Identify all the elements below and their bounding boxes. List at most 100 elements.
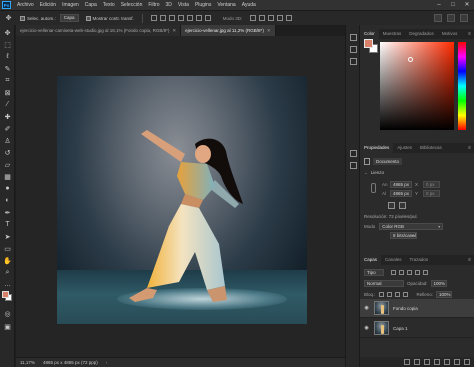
hue-slider[interactable]: [458, 42, 466, 130]
tab-color[interactable]: Color: [360, 29, 379, 39]
bit-depth-select[interactable]: 8 bits/canal: [390, 232, 417, 239]
paragraph-icon[interactable]: [350, 162, 357, 169]
delete-layer-icon[interactable]: [464, 359, 470, 365]
new-layer-icon[interactable]: [454, 359, 460, 365]
hand-icon[interactable]: ✋: [3, 256, 12, 265]
quick-mask-icon[interactable]: ◎: [3, 309, 12, 318]
close-button[interactable]: ✕: [460, 0, 474, 10]
height-field[interactable]: 4865 px: [390, 190, 412, 197]
y-field[interactable]: 0 px: [423, 190, 440, 197]
fx-icon[interactable]: [414, 359, 420, 365]
visibility-eye-icon[interactable]: ◉: [362, 325, 371, 331]
dodge-icon[interactable]: ◐: [3, 196, 12, 205]
search-icon[interactable]: [434, 14, 442, 22]
auto-select-checkbox[interactable]: [20, 15, 25, 21]
menu-3d[interactable]: 3D: [163, 2, 175, 8]
document-image[interactable]: [57, 76, 307, 324]
add-mask-icon[interactable]: [424, 359, 430, 365]
fill-field[interactable]: 100%: [436, 291, 453, 298]
menu-imagen[interactable]: Imagen: [59, 2, 82, 8]
close-tab-icon[interactable]: ✕: [267, 28, 271, 33]
scale-3d-icon[interactable]: [286, 15, 293, 21]
lock-position-icon[interactable]: [386, 292, 392, 297]
menu-archivo[interactable]: Archivo: [14, 2, 37, 8]
menu-plugins[interactable]: Plugins: [192, 2, 214, 8]
tab-degradados[interactable]: Degradados: [405, 29, 438, 39]
panel-menu-icon[interactable]: ≡: [468, 145, 471, 151]
adjustment-layer-icon[interactable]: [434, 359, 440, 365]
tab-document-2[interactable]: ejercicio-vellenar.jpg al 11,2% (RGB/8*)…: [181, 25, 276, 36]
orbit-3d-icon[interactable]: [250, 15, 257, 21]
gradient-icon[interactable]: ▦: [3, 172, 12, 181]
menu-ventana[interactable]: Ventana: [214, 2, 238, 8]
align-bottom-icon[interactable]: [195, 15, 202, 21]
menu-texto[interactable]: Texto: [100, 2, 118, 8]
blur-icon[interactable]: ●: [3, 184, 12, 193]
link-layers-icon[interactable]: [404, 359, 410, 365]
panel-menu-icon[interactable]: ≡: [468, 257, 471, 263]
info-icon[interactable]: [350, 150, 357, 157]
pixel-filter-icon[interactable]: [391, 270, 396, 275]
minimize-button[interactable]: –: [432, 0, 446, 10]
share-icon[interactable]: [460, 14, 468, 22]
menu-ayuda[interactable]: Ayuda: [239, 2, 259, 8]
history-brush-icon[interactable]: ↺: [3, 148, 12, 157]
x-field[interactable]: 0 px: [423, 181, 440, 188]
maximize-button[interactable]: □: [446, 0, 460, 10]
brush-icon[interactable]: ✐: [3, 124, 12, 133]
panel-menu-icon[interactable]: ≡: [468, 31, 471, 37]
pen-icon[interactable]: ✒: [3, 208, 12, 217]
link-icon[interactable]: [371, 183, 376, 193]
align-left-icon[interactable]: [150, 15, 157, 21]
zoom-level[interactable]: 11,17%: [20, 360, 35, 365]
align-center-icon[interactable]: [159, 15, 166, 21]
saturation-brightness-field[interactable]: [380, 42, 454, 130]
tab-capas[interactable]: Capas: [360, 255, 382, 265]
auto-select-dropdown[interactable]: Capa: [59, 14, 79, 22]
smart-object-filter-icon[interactable]: [423, 270, 428, 275]
adjustments-icon[interactable]: [350, 58, 357, 65]
landscape-icon[interactable]: [399, 202, 406, 209]
color-marker[interactable]: [408, 57, 413, 62]
tab-canales[interactable]: Canales: [381, 255, 406, 265]
swatches-icon[interactable]: [350, 46, 357, 53]
align-middle-icon[interactable]: [186, 15, 193, 21]
blend-mode-select[interactable]: Normal: [364, 280, 404, 287]
history-icon[interactable]: [350, 34, 357, 41]
foreground-color[interactable]: [364, 39, 373, 48]
tab-bibliotecas[interactable]: Bibliotecas: [416, 143, 446, 153]
menu-filtro[interactable]: Filtro: [145, 2, 162, 8]
color-mode-select[interactable]: Color RGB: [379, 223, 444, 230]
more-options-icon[interactable]: [204, 15, 211, 21]
menu-vista[interactable]: Vista: [175, 2, 192, 8]
shape-filter-icon[interactable]: [415, 270, 420, 275]
move-tool-preset-icon[interactable]: ✥: [4, 14, 13, 23]
lasso-icon[interactable]: ℓ: [3, 52, 12, 61]
clone-stamp-icon[interactable]: ♙: [3, 136, 12, 145]
menu-capa[interactable]: Capa: [82, 2, 100, 8]
tab-ajustes[interactable]: Ajustes: [393, 143, 416, 153]
layer-row-fondo-copia[interactable]: ◉ Fondo copia: [360, 299, 474, 318]
type-filter-icon[interactable]: [407, 270, 412, 275]
align-top-icon[interactable]: [177, 15, 184, 21]
new-group-icon[interactable]: [444, 359, 450, 365]
canvas-section-title[interactable]: ⌄ Lienzo: [364, 170, 384, 176]
layer-row-capa-1[interactable]: ◉ Capa 1: [360, 319, 474, 338]
workspace-icon[interactable]: [447, 14, 455, 22]
width-field[interactable]: 4865 px: [390, 181, 412, 188]
foreground-color-swatch[interactable]: [2, 291, 9, 298]
align-right-icon[interactable]: [168, 15, 175, 21]
eyedropper-icon[interactable]: ⁄: [3, 100, 12, 109]
quick-select-icon[interactable]: ✎: [3, 64, 12, 73]
tab-propiedades[interactable]: Propiedades: [360, 143, 394, 153]
visibility-eye-icon[interactable]: ◉: [362, 305, 371, 311]
frame-icon[interactable]: ⊠: [3, 88, 12, 97]
close-tab-icon[interactable]: ✕: [172, 28, 176, 33]
zoom-icon[interactable]: ⌕: [3, 268, 12, 277]
slide-3d-icon[interactable]: [277, 15, 284, 21]
lock-all-icon[interactable]: [402, 292, 408, 297]
tab-muestras[interactable]: Muestras: [379, 29, 406, 39]
portrait-icon[interactable]: [388, 202, 395, 209]
canvas-area[interactable]: [16, 36, 345, 357]
rectangle-icon[interactable]: ▭: [3, 244, 12, 253]
